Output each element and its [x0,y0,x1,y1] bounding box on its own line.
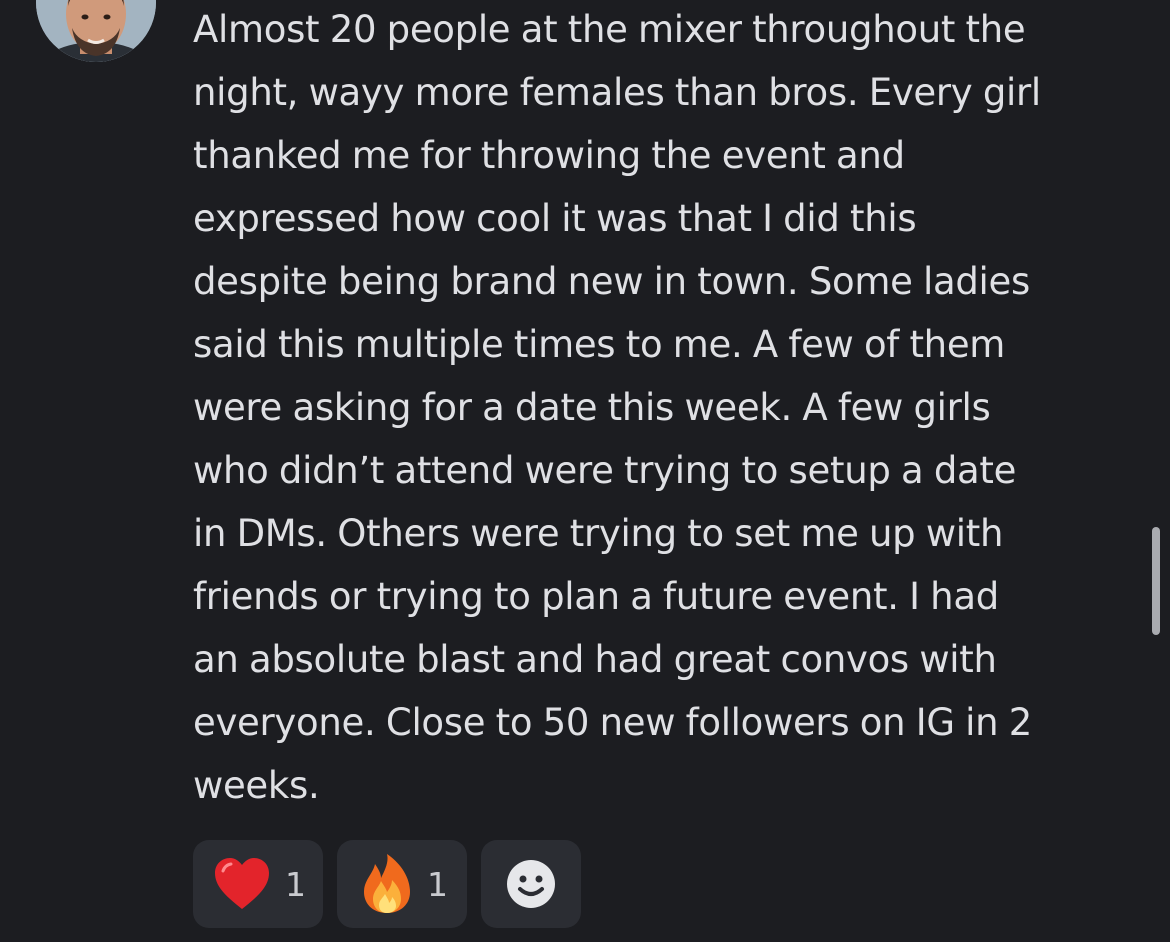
heart-icon [215,858,269,909]
reactions-bar: 1 1 [193,840,581,928]
avatar-portrait-icon [36,0,156,62]
message-line: despite being brand new in town. Some la… [193,260,1030,303]
message-line: everyone. Close to 50 new followers on I… [193,701,1033,744]
scrollbar-thumb[interactable] [1152,527,1160,635]
message-line: expressed how cool it was that I did thi… [193,197,917,240]
message-line: said this multiple times to me. A few of… [193,323,1006,366]
message-line: who didn’t attend were trying to setup a… [193,449,1017,492]
fire-icon [364,854,410,913]
chat-screen: Almost 20 people at the mixer throughout… [0,0,1170,942]
add-reaction-button[interactable] [481,840,581,928]
message-body: Almost 20 people at the mixer throughout… [193,0,1143,817]
message-line: an absolute blast and had great convos w… [193,638,997,681]
reaction-heart-count: 1 [285,864,306,904]
message-line: were asking for a date this week. A few … [193,386,991,429]
message-line: friends or trying to plan a future event… [193,575,999,618]
reaction-heart-button[interactable]: 1 [193,840,323,928]
message-line: thanked me for throwing the event and [193,134,905,177]
reaction-fire-count: 1 [427,864,448,904]
message-line: in DMs. Others were trying to set me up … [193,512,1004,555]
smiley-add-reaction-icon [507,860,555,908]
reaction-fire-button[interactable]: 1 [337,840,467,928]
message-line: night, wayy more females than bros. Ever… [193,71,1041,114]
message-line: weeks. [193,764,320,807]
message-line: Almost 20 people at the mixer throughout… [193,8,1026,51]
user-avatar[interactable] [36,0,156,62]
